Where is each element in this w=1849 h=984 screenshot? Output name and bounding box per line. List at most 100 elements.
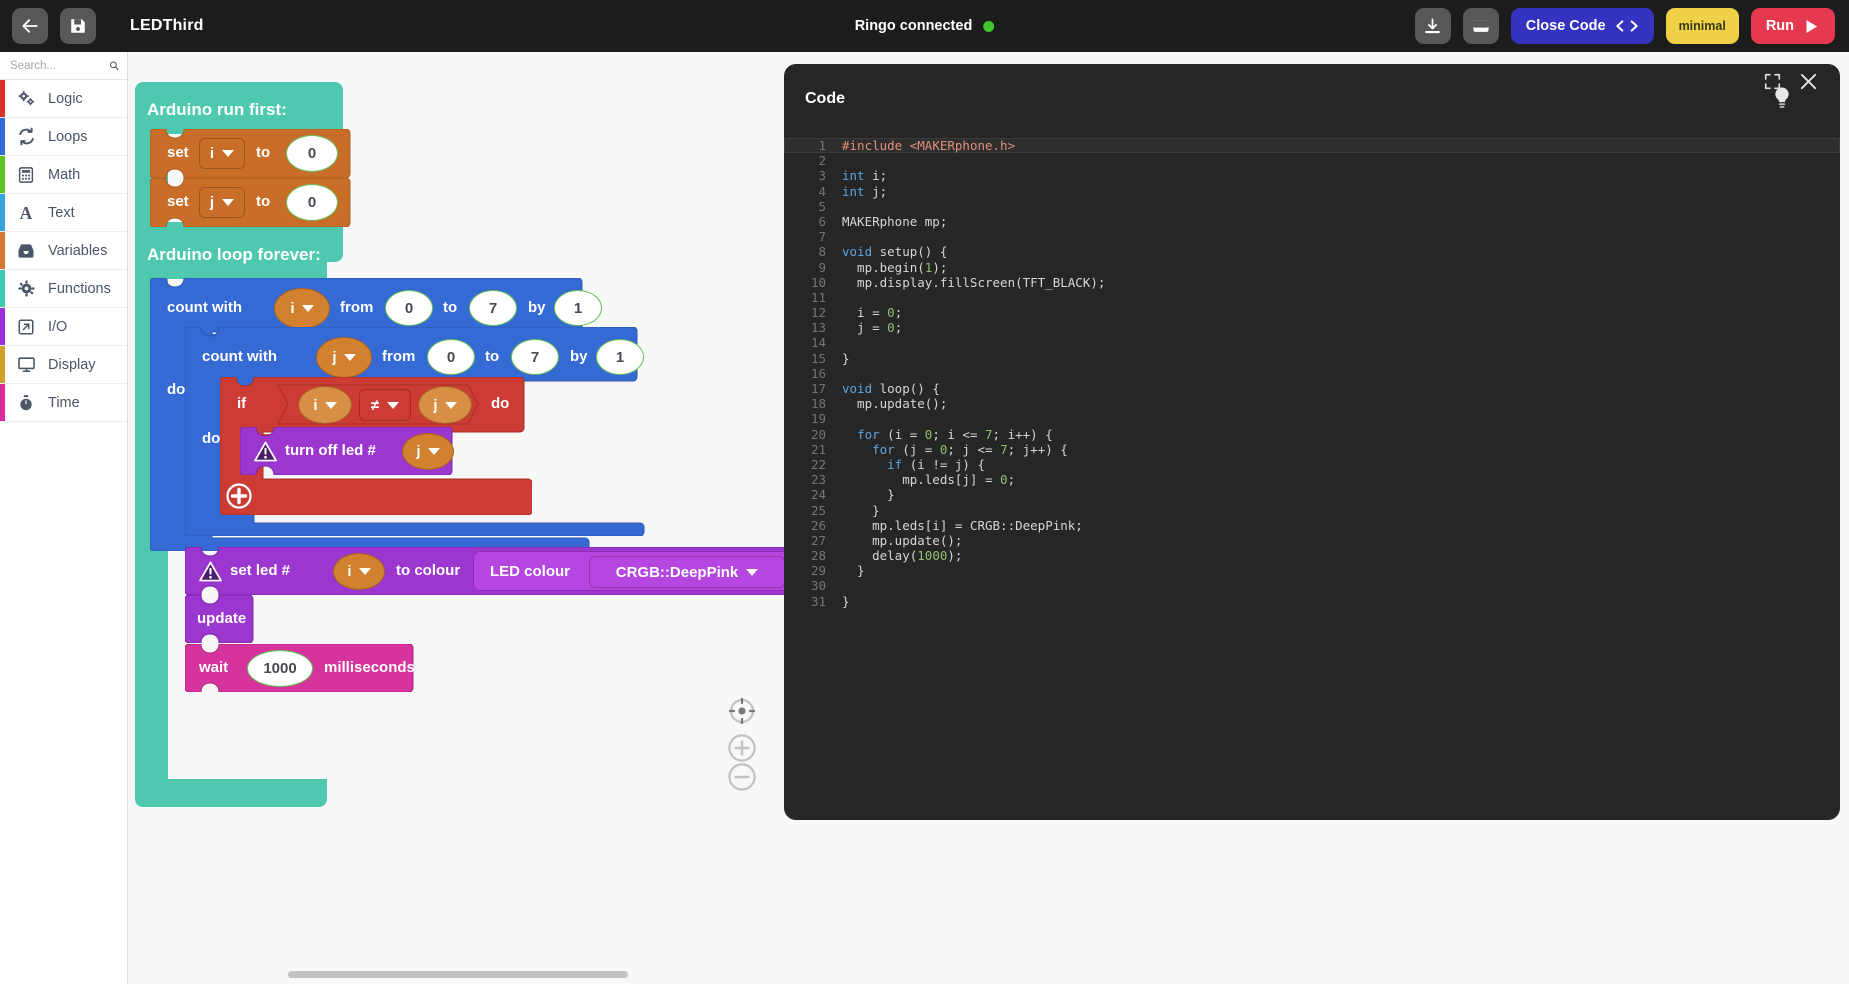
chevron-down-icon [301, 305, 314, 312]
search-icon[interactable] [109, 59, 119, 72]
crosshair-icon [729, 698, 755, 724]
from-value-input[interactable]: 0 [385, 290, 433, 326]
led-colour-dropdown[interactable]: CRGB::DeepPink [589, 556, 785, 588]
save-button[interactable] [60, 8, 96, 44]
search-input[interactable] [10, 59, 105, 72]
line-number: 31 [810, 593, 826, 609]
code-text: mp.leds[i] = CRGB::DeepPink; [842, 517, 1083, 533]
gears-icon [16, 89, 36, 109]
to-label: to [256, 193, 271, 210]
close-code-panel-button[interactable] [1799, 72, 1818, 96]
sidebar-item-functions[interactable]: Functions [0, 270, 127, 308]
if-do-label: do [491, 395, 510, 412]
sidebar-item-time[interactable]: Time [0, 384, 127, 422]
line-number: 25 [810, 502, 826, 518]
code-text: for (i = 0; i <= 7; i++) { [857, 426, 1053, 442]
set-led-label: set led # [230, 562, 291, 579]
code-line: 2 [784, 153, 1840, 168]
code-line: 22 if (i != j) { [784, 457, 1840, 472]
close-code-button[interactable]: Close Code [1510, 8, 1654, 44]
sidebar-item-display[interactable]: Display [0, 346, 127, 384]
line-number: 9 [818, 259, 826, 275]
serial-monitor-button[interactable] [1462, 8, 1499, 44]
run-button[interactable]: Run [1750, 8, 1835, 44]
play-triangle-icon [1806, 19, 1818, 33]
led-index-variable-j[interactable]: j [402, 433, 454, 470]
variable-dropdown-j[interactable]: j [199, 187, 245, 218]
if-label: if [237, 395, 247, 412]
chevron-down-icon [222, 150, 235, 157]
by-value-input[interactable]: 1 [554, 290, 602, 326]
comparison-operator-dropdown[interactable]: ≠ [359, 389, 411, 421]
variable-oval-i[interactable]: i [274, 288, 330, 329]
from-label: from [340, 299, 374, 316]
to-label: to [443, 299, 458, 316]
code-text: int i; [842, 168, 888, 184]
code-line: 8 void setup() { [784, 244, 1840, 259]
code-text: mp.update(); [842, 396, 948, 412]
led-colour-subblock[interactable]: LED colour CRGB::DeepPink [473, 551, 793, 591]
zoom-in-button[interactable] [726, 732, 758, 764]
sidebar-item-variables[interactable]: Variables [0, 232, 127, 270]
sidebar-item-math[interactable]: Math [0, 156, 127, 194]
code-editor[interactable]: 1 #include <MAKERphone.h> 2 3 int i; 4 int j; 5… [784, 138, 1840, 820]
serial-monitor-icon [1473, 20, 1489, 32]
back-button[interactable] [12, 8, 48, 44]
code-line: 14 [784, 335, 1840, 350]
workspace-horizontal-scrollbar[interactable] [288, 971, 628, 978]
calculator-icon [16, 165, 36, 185]
code-text: MAKERphone mp; [842, 213, 948, 229]
line-number: 4 [818, 183, 826, 199]
download-button[interactable] [1414, 8, 1451, 44]
arrow-left-icon [22, 19, 38, 33]
chevron-down-icon [444, 401, 457, 409]
sidebar-item-text[interactable]: A Text [0, 194, 127, 232]
floppy-disk-icon [71, 19, 85, 33]
line-number: 26 [810, 517, 826, 533]
wait-verb-label: wait [199, 659, 229, 676]
monitor-icon [16, 355, 36, 375]
code-panel-header: Code [784, 64, 1840, 134]
led-index-variable-i[interactable]: i [333, 553, 385, 590]
line-number: 3 [818, 168, 826, 184]
compare-left-variable[interactable]: i [298, 386, 352, 424]
add-circle-icon[interactable] [226, 483, 252, 509]
expand-code-button[interactable] [1764, 73, 1781, 95]
connection-status: Ringo connected [855, 18, 995, 34]
number-input-0[interactable]: 0 [286, 135, 338, 172]
setup-block-label: Arduino run first: [147, 100, 287, 119]
number-input-0[interactable]: 0 [286, 184, 338, 221]
to-value-input[interactable]: 7 [511, 339, 559, 375]
sidebar-item-io[interactable]: I/O [0, 308, 127, 346]
by-value-input[interactable]: 1 [596, 339, 644, 375]
connection-label: Ringo connected [854, 18, 973, 34]
sidebar-item-loops[interactable]: Loops [0, 118, 127, 156]
from-label: from [382, 348, 416, 365]
code-line: 3 int i; [784, 168, 1840, 183]
code-line: 7 [784, 229, 1840, 244]
line-number: 14 [810, 335, 826, 351]
variable-name: i [209, 145, 215, 162]
line-number: 17 [810, 381, 826, 396]
warning-triangle-icon[interactable] [253, 440, 277, 462]
line-number: 16 [810, 365, 826, 381]
category-color-strip [0, 194, 5, 231]
line-number: 30 [810, 578, 826, 594]
sidebar-item-logic[interactable]: Logic [0, 80, 127, 118]
from-value-input[interactable]: 0 [427, 339, 475, 375]
to-value-input[interactable]: 7 [469, 290, 517, 326]
line-number: 15 [810, 350, 826, 366]
chevron-down-icon [358, 568, 371, 575]
compare-right-variable[interactable]: j [418, 386, 472, 424]
zoom-out-button[interactable] [726, 761, 758, 793]
variable-name: i [313, 396, 318, 414]
code-line: 17 void loop() { [784, 381, 1840, 396]
variable-oval-j[interactable]: j [316, 337, 372, 378]
center-workspace-button[interactable] [726, 695, 758, 727]
by-label: by [528, 299, 546, 316]
code-text: } [842, 502, 880, 518]
warning-triangle-icon[interactable] [198, 560, 222, 582]
minimal-button[interactable]: minimal [1665, 8, 1739, 44]
wait-duration-input[interactable]: 1000 [247, 650, 313, 687]
variable-dropdown-i[interactable]: i [199, 138, 245, 169]
